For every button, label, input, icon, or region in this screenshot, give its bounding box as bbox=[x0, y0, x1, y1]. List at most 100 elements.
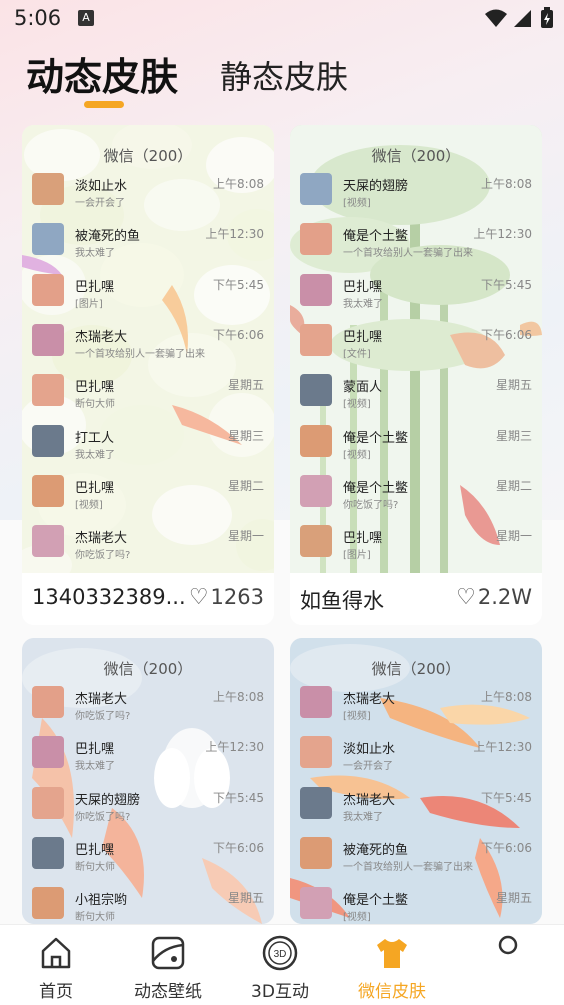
chat-row: 天屎的翅膀 你吃饭了吗? 下午5:45 bbox=[32, 786, 264, 837]
avatar bbox=[32, 173, 64, 205]
chat-row: 巴扎嘿 我太难了 上午12:30 bbox=[32, 736, 264, 786]
chat-name: 俺是个土鳖 bbox=[343, 430, 409, 446]
chat-name: 天屎的翅膀 bbox=[75, 792, 141, 808]
chat-time: 下午5:45 bbox=[481, 277, 532, 292]
skin-preview[interactable]: 微信（200） 杰瑞老大 你吃饭了吗? 上午8:08 巴扎嘿 我太难了 上午12:30 天屎… bbox=[22, 638, 274, 924]
nav-wallpaper[interactable]: 动态壁纸 bbox=[112, 925, 224, 1005]
skin-card[interactable]: 微信（200） 天屎的翅膀 [视频] 上午8:08 俺是个土鳖 一个首攻给别人一套骗了出… bbox=[290, 125, 542, 625]
chat-time: 下午5:45 bbox=[213, 790, 264, 805]
avatar bbox=[300, 736, 332, 769]
chat-name: 巴扎嘿 bbox=[75, 842, 115, 858]
chat-row: 俺是个土鳖 一个首攻给别人一套骗了出来 上午12:30 bbox=[300, 223, 532, 273]
chat-message: 一个首攻给别人一套骗了出来 bbox=[75, 348, 205, 360]
chat-row: 蒙面人 [视频] 星期五 bbox=[300, 374, 532, 424]
like-count[interactable]: ♡1263 bbox=[189, 585, 264, 610]
like-count[interactable]: ♡2.2W bbox=[456, 585, 532, 610]
chat-message: 我太难了 bbox=[75, 761, 115, 773]
status-bar: 5:06 A bbox=[0, 0, 564, 40]
chat-list-title: 微信（200） bbox=[371, 660, 461, 678]
skin-card[interactable]: 微信（200） 杰瑞老大 [视频] 上午8:08 淡如止水 一会开会了 上午12:30 杰瑞… bbox=[290, 638, 542, 924]
tab-static-skin[interactable]: 静态皮肤 bbox=[220, 52, 348, 98]
chat-message: 断句大师 bbox=[75, 399, 115, 411]
avatar bbox=[32, 273, 64, 306]
tab-dynamic-skin[interactable]: 动态皮肤 bbox=[26, 46, 178, 101]
chat-name: 巴扎嘿 bbox=[75, 380, 115, 396]
avatar bbox=[300, 223, 332, 256]
chat-time: 星期三 bbox=[495, 428, 532, 443]
chat-name: 打工人 bbox=[75, 430, 115, 446]
chat-list-title: 微信（200） bbox=[371, 147, 461, 165]
chat-message: [图片] bbox=[75, 298, 103, 310]
chat-row: 巴扎嘿断句大师 星期五 bbox=[32, 374, 264, 424]
chat-name: 巴扎嘿 bbox=[75, 480, 115, 496]
chat-name: 俺是个土鳖 bbox=[343, 229, 409, 245]
skin-name: 如鱼得水 bbox=[300, 589, 384, 613]
chat-time: 上午8:08 bbox=[481, 177, 532, 191]
home-icon bbox=[41, 937, 71, 969]
chat-message: 你吃饭了吗? bbox=[75, 711, 131, 722]
chat-time: 上午8:08 bbox=[213, 177, 264, 191]
chat-row: 巴扎嘿 [图片] 下午5:45 bbox=[32, 273, 264, 324]
chat-name: 杰瑞老大 bbox=[75, 531, 128, 547]
chat-time: 星期二 bbox=[495, 478, 532, 493]
avatar bbox=[300, 374, 332, 407]
chat-message: [视频] bbox=[75, 499, 103, 511]
chat-name: 杰瑞老大 bbox=[75, 329, 128, 345]
chat-row: 俺是个土鳖 [视频] 星期三 bbox=[300, 424, 532, 475]
battery-icon bbox=[541, 7, 553, 28]
chat-message: 一会开会了 bbox=[343, 761, 393, 773]
chat-time: 星期五 bbox=[227, 891, 264, 906]
chat-message: [视频] bbox=[343, 198, 371, 209]
chat-message: 一个首攻给别人一套骗了出来 bbox=[343, 248, 473, 260]
chat-name: 杰瑞老大 bbox=[75, 692, 128, 707]
wifi-icon bbox=[485, 9, 507, 27]
avatar bbox=[32, 374, 64, 407]
skin-card[interactable]: 微信（200） 淡如止水 一会开会了 上午8:08 被淹死的鱼 我太难了 上午12:30 巴… bbox=[22, 125, 274, 625]
chat-row: 打工人 我太难了 星期三 bbox=[32, 424, 264, 475]
nav-3d[interactable]: 3D 3D互动 bbox=[224, 925, 336, 1005]
chat-time: 星期五 bbox=[227, 378, 264, 393]
skin-preview[interactable]: 微信（200） 天屎的翅膀 [视频] 上午8:08 俺是个土鳖 一个首攻给别人一套骗了出… bbox=[290, 125, 542, 573]
chat-row: 被淹死的鱼 一个首攻给别人一套骗了出来 下午6:06 bbox=[300, 836, 532, 887]
nav-wechat-skin[interactable]: 微信皮肤 bbox=[336, 925, 448, 1005]
avatar bbox=[32, 686, 64, 718]
chat-name: 巴扎嘿 bbox=[75, 279, 115, 295]
avatar bbox=[300, 786, 332, 819]
chat-row: 淡如止水 一会开会了 上午8:08 bbox=[32, 173, 264, 223]
signal-icon bbox=[514, 10, 531, 27]
chat-name: 淡如止水 bbox=[75, 179, 128, 194]
chat-time: 下午6:06 bbox=[213, 840, 264, 855]
wallpaper-icon bbox=[151, 936, 185, 970]
avatar bbox=[300, 323, 332, 356]
chat-name: 俺是个土鳖 bbox=[343, 893, 409, 909]
chat-message: [视频] bbox=[343, 711, 371, 722]
skin-preview[interactable]: 微信（200） 杰瑞老大 [视频] 上午8:08 淡如止水 一会开会了 上午12:30 杰瑞… bbox=[290, 638, 542, 924]
chat-name: 小祖宗哟 bbox=[75, 893, 128, 909]
avatar bbox=[32, 525, 64, 558]
chat-row: 杰瑞老大 [视频] 上午8:08 bbox=[300, 686, 532, 736]
chat-time: 下午5:45 bbox=[213, 277, 264, 292]
skin-preview[interactable]: 微信（200） 淡如止水 一会开会了 上午8:08 被淹死的鱼 我太难了 上午12:30 巴… bbox=[22, 125, 274, 573]
heart-icon[interactable]: ♡ bbox=[189, 585, 209, 610]
nav-label: 首页 bbox=[39, 982, 73, 1002]
nav-home[interactable]: 首页 bbox=[0, 925, 112, 1005]
nav-extra[interactable] bbox=[452, 925, 564, 1005]
notification-a-icon: A bbox=[78, 10, 94, 26]
card-footer: 如鱼得水 ♡2.2W bbox=[290, 573, 542, 625]
chat-message: 我太难了 bbox=[343, 811, 383, 823]
chat-time: 星期五 bbox=[495, 891, 532, 906]
avatar bbox=[32, 323, 64, 356]
skin-name: 1340332389... bbox=[32, 585, 186, 609]
chat-name: 被淹死的鱼 bbox=[75, 229, 141, 245]
chat-time: 星期一 bbox=[227, 529, 264, 544]
chat-time: 下午6:06 bbox=[481, 840, 532, 855]
heart-icon[interactable]: ♡ bbox=[456, 585, 476, 610]
chat-name: 蒙面人 bbox=[343, 380, 383, 396]
chat-name: 被淹死的鱼 bbox=[343, 842, 409, 858]
skin-card[interactable]: 微信（200） 杰瑞老大 你吃饭了吗? 上午8:08 巴扎嘿 我太难了 上午12:30 天屎… bbox=[22, 638, 274, 924]
3d-icon-glyph: 3D bbox=[274, 949, 287, 960]
chat-time: 上午12:30 bbox=[205, 227, 264, 242]
like-count-value: 1263 bbox=[210, 585, 264, 609]
avatar bbox=[32, 424, 64, 457]
nav-label: 微信皮肤 bbox=[358, 982, 426, 1002]
